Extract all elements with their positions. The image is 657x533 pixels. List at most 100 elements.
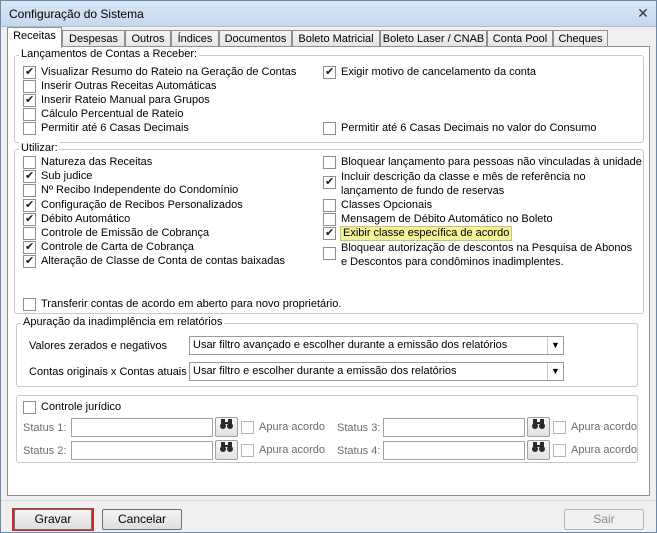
checkbox-recibos-personalizados[interactable]: Configuração de Recibos Personalizados [23,198,243,212]
tab-conta-pool[interactable]: Conta Pool [487,30,553,47]
valores-zerados-value: Usar filtro avançado e escolher durante … [193,339,508,351]
gravar-button[interactable]: Gravar [14,509,92,530]
checkbox-recibo-independente[interactable]: Nº Recibo Independente do Condomínio [23,184,238,197]
binoculars-icon-svg [532,419,545,429]
checkbox-alteracao-classe[interactable]: Alteração de Classe de Conta de contas b… [23,254,285,268]
checkbox-box[interactable] [23,122,36,135]
status-1-input[interactable] [71,418,213,437]
status-3-label: Status 3: [337,422,381,434]
status-4-input[interactable] [383,441,525,460]
checkbox-exibir-classe-acordo[interactable]: Exibir classe específica de acordo [323,226,513,241]
checkbox-apura-acordo-3[interactable]: Apura acordo [553,421,637,434]
checkbox-box[interactable] [323,226,336,240]
checkbox-apura-acordo-4[interactable]: Apura acordo [553,444,637,457]
checkbox-label: Incluir descrição da classe e mês de ref… [341,171,586,197]
checkbox-box[interactable] [323,213,336,226]
checkbox-box[interactable] [23,298,36,311]
checkbox-box[interactable] [23,169,36,183]
checkbox-box[interactable] [23,254,36,268]
checkbox-controle-carta[interactable]: Controle de Carta de Cobrança [23,240,194,254]
checkbox-label: Controle de Emissão de Cobrança [41,227,210,239]
checkbox-box[interactable] [241,421,254,434]
group-controle-juridico: Controle jurídico Status 1: Apura acordo… [16,395,638,463]
checkbox-controle-emissao[interactable]: Controle de Emissão de Cobrança [23,227,209,240]
checkbox-debito-automatico[interactable]: Débito Automático [23,212,130,226]
close-icon[interactable]: ✕ [636,6,650,20]
checkbox-box[interactable] [23,240,36,254]
tab-receitas[interactable]: Receitas [7,27,62,48]
checkbox-box[interactable] [323,65,336,79]
checkbox-box[interactable] [23,184,36,197]
binoculars-icon[interactable] [215,417,238,437]
chevron-down-icon[interactable]: ▼ [547,363,563,380]
checkbox-mensagem-debito[interactable]: Mensagem de Débito Automático no Boleto [323,213,553,226]
checkbox-inserir-outras-receitas[interactable]: Inserir Outras Receitas Automáticas [23,80,216,93]
checkbox-box[interactable] [23,212,36,226]
binoculars-icon[interactable] [527,417,550,437]
contas-originais-select[interactable]: Usar filtro e escolher durante a emissão… [189,362,564,381]
checkbox-label: Configuração de Recibos Personalizados [41,199,243,211]
checkbox-box[interactable] [323,122,336,135]
checkbox-controle-juridico[interactable]: Controle jurídico [23,401,121,414]
checkbox-box[interactable] [23,65,36,79]
checkbox-box[interactable] [23,198,36,212]
tab-outros[interactable]: Outros [125,30,171,47]
checkbox-box[interactable] [323,247,336,260]
checkbox-label: Inserir Rateio Manual para Grupos [41,94,210,106]
tab-despesas[interactable]: Despesas [62,30,125,47]
checkbox-apura-acordo-1[interactable]: Apura acordo [241,421,325,434]
checkbox-bloquear-autorizacao[interactable]: Bloquear autorização de descontos na Pes… [323,241,641,269]
checkbox-box[interactable] [323,156,336,169]
checkbox-transferir-contas[interactable]: Transferir contas de acordo em aberto pa… [23,298,341,311]
group-apuracao-legend: Apuração da inadimplência em relatórios [21,316,225,328]
checkbox-permitir-6-casas[interactable]: Permitir até 6 Casas Decimais [23,122,189,135]
valores-zerados-select[interactable]: Usar filtro avançado e escolher durante … [189,336,564,355]
checkbox-box[interactable] [23,401,36,414]
tab-boleto-laser[interactable]: Boleto Laser / CNAB [380,30,487,47]
checkbox-label: Visualizar Resumo do Rateio na Geração d… [41,66,297,78]
contas-originais-value: Usar filtro e escolher durante a emissão… [193,365,457,377]
checkbox-incluir-descricao[interactable]: Incluir descrição da classe e mês de ref… [323,170,641,198]
status-3-input[interactable] [383,418,525,437]
checkbox-label: Cálculo Percentual de Rateio [41,108,184,120]
tab-cheques[interactable]: Cheques [553,30,608,47]
checkbox-natureza-receitas[interactable]: Natureza das Receitas [23,156,152,169]
checkbox-box[interactable] [323,175,336,189]
tab-boleto-matricial[interactable]: Boleto Matricial [292,30,380,47]
checkbox-box[interactable] [23,227,36,240]
title-bar: Configuração do Sistema ✕ [1,1,656,27]
cancelar-button[interactable]: Cancelar [102,509,182,530]
sair-button[interactable]: Sair [564,509,644,530]
checkbox-box[interactable] [23,93,36,107]
checkbox-apura-acordo-2[interactable]: Apura acordo [241,444,325,457]
binoculars-icon[interactable] [215,440,238,460]
checkbox-visualizar-resumo[interactable]: Visualizar Resumo do Rateio na Geração d… [23,65,297,79]
group-utilizar-legend: Utilizar: [19,142,60,154]
tab-indices[interactable]: Índices [171,30,219,47]
checkbox-label: Bloquear lançamento para pessoas não vin… [341,156,642,168]
checkbox-label: Inserir Outras Receitas Automáticas [41,80,217,92]
checkbox-box[interactable] [323,199,336,212]
checkbox-box[interactable] [553,421,566,434]
checkbox-box[interactable] [23,108,36,121]
checkbox-box[interactable] [241,444,254,457]
checkbox-exigir-motivo[interactable]: Exigir motivo de cancelamento da conta [323,65,537,79]
checkbox-label: Natureza das Receitas [41,156,153,168]
checkbox-permitir-6-casas-consumo[interactable]: Permitir até 6 Casas Decimais no valor d… [323,122,597,135]
checkbox-label: Exibir classe específica de acordo [339,226,513,241]
binoculars-icon[interactable] [527,440,550,460]
checkbox-box[interactable] [23,80,36,93]
checkbox-inserir-rateio-manual[interactable]: Inserir Rateio Manual para Grupos [23,93,210,107]
status-2-input[interactable] [71,441,213,460]
chevron-down-icon[interactable]: ▼ [547,337,563,354]
tab-documentos[interactable]: Documentos [219,30,292,47]
checkbox-sub-judice[interactable]: Sub judice [23,169,92,183]
checkbox-label: Exigir motivo de cancelamento da conta [341,66,537,78]
window-title: Configuração do Sistema [9,7,144,21]
checkbox-box[interactable] [553,444,566,457]
checkbox-box[interactable] [23,156,36,169]
checkbox-calculo-percentual[interactable]: Cálculo Percentual de Rateio [23,108,183,121]
checkbox-bloquear-lancamento[interactable]: Bloquear lançamento para pessoas não vin… [323,156,642,169]
group-utilizar: Utilizar: Natureza das Receitas Sub judi… [14,142,644,314]
checkbox-classes-opcionais[interactable]: Classes Opcionais [323,199,432,212]
